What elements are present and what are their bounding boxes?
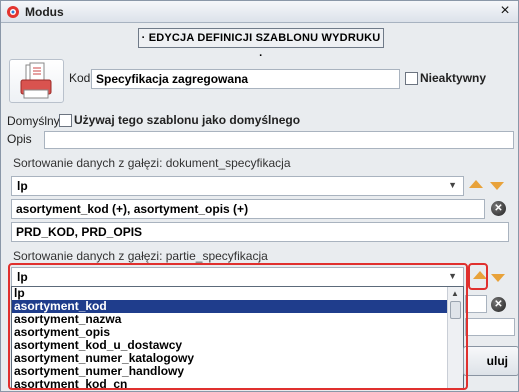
kod-label: Kod (69, 71, 91, 85)
annotation-frame-dropdown (8, 263, 468, 390)
form-heading: · EDYCJA DEFINICJI SZABLONU WYDRUKU · (138, 28, 384, 62)
domyslny-checkbox-label: Używaj tego szablonu jako domyślnego (74, 113, 301, 127)
sort1-selected-value: lp (17, 179, 28, 193)
sort1-fields-input[interactable]: asortyment_kod (+), asortyment_opis (+) (11, 199, 485, 219)
kod-input[interactable]: Specyfikacja zagregowana (91, 69, 400, 89)
arrow-up-icon[interactable] (469, 180, 483, 188)
delete-icon[interactable]: ✕ (491, 201, 506, 216)
arrow-down-icon[interactable] (490, 182, 504, 190)
title-bar[interactable]: Modus × (1, 1, 518, 23)
delete-icon[interactable]: ✕ (491, 297, 506, 312)
opis-input[interactable] (44, 131, 514, 149)
domyslny-checkbox[interactable] (59, 114, 72, 127)
modus-app-icon (7, 6, 19, 18)
nieaktywny-checkbox[interactable] (405, 72, 418, 85)
cancel-button[interactable]: uluj (463, 346, 519, 376)
annotation-frame-up-arrow (468, 263, 488, 290)
nieaktywny-label: Nieaktywny (420, 71, 487, 85)
sort1-extra-input[interactable]: PRD_KOD, PRD_OPIS (11, 222, 509, 242)
sort1-combo[interactable]: lp ▼ (11, 176, 464, 196)
printer-template-icon[interactable] (9, 59, 64, 103)
chevron-down-icon: ▼ (448, 180, 457, 190)
sort2-group-label: Sortowanie danych z gałęzi: partie_specy… (13, 249, 268, 263)
arrow-down-icon[interactable] (491, 274, 505, 282)
main-window: Modus × · EDYCJA DEFINICJI SZABLONU WYDR… (0, 0, 519, 392)
sort2-fields-input-partial[interactable] (465, 295, 487, 313)
sort2-extra-input-partial[interactable] (465, 318, 515, 336)
window-title: Modus (25, 5, 64, 19)
opis-label: Opis (7, 132, 32, 146)
sort1-group-label: Sortowanie danych z gałęzi: dokument_spe… (13, 156, 291, 170)
domyslny-label: Domyślny (7, 114, 60, 128)
close-button[interactable]: × (496, 3, 514, 21)
